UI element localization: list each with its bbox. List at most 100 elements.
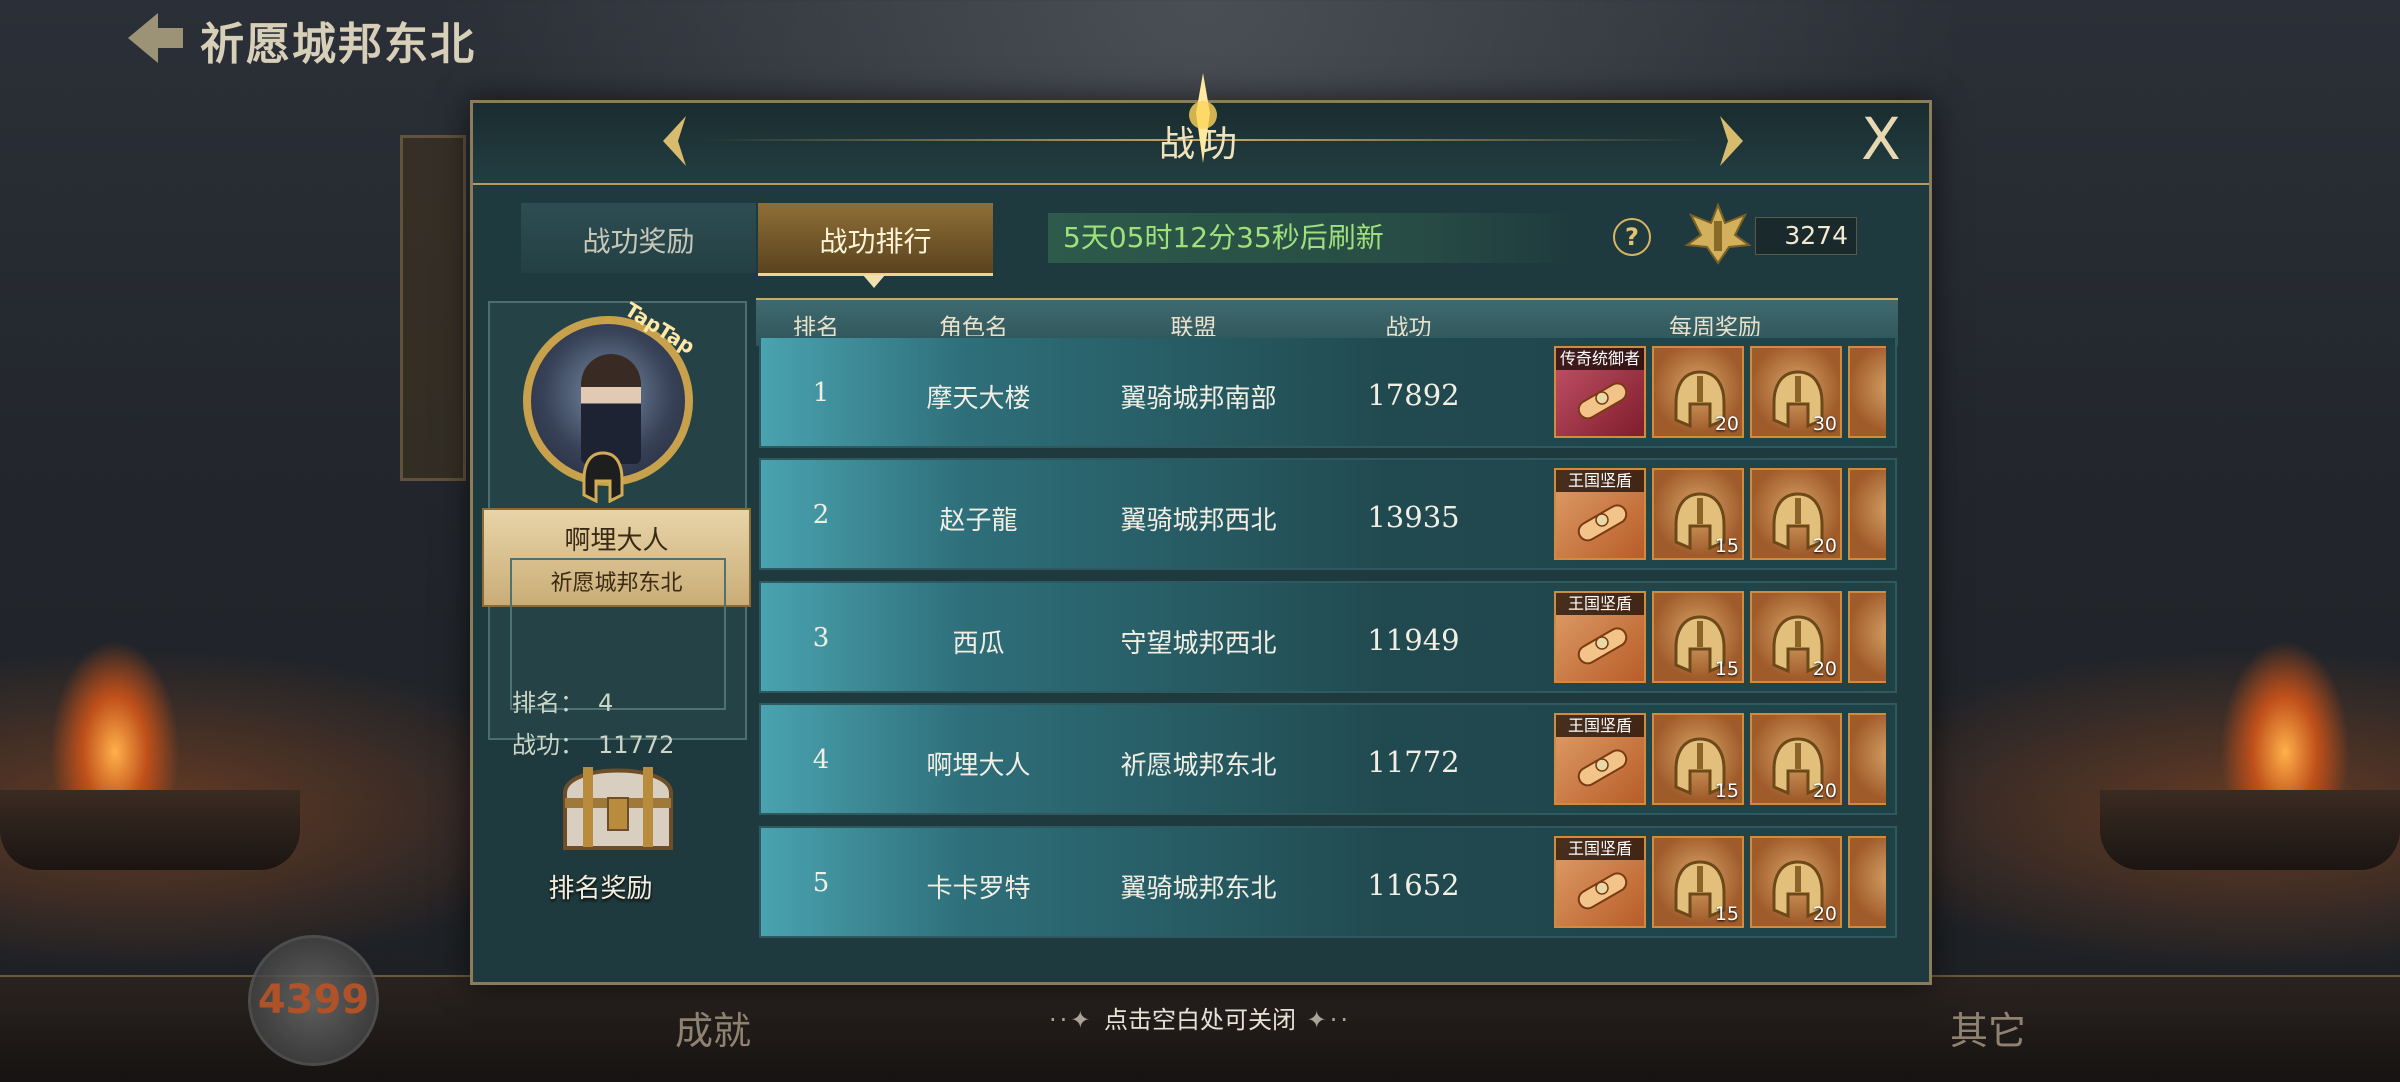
reward-scroll-item[interactable]: 王国坚盾 <box>1554 468 1646 560</box>
merit-cell: 13935 <box>1367 500 1460 534</box>
player-rank-line: 排名： 4 <box>512 683 613 718</box>
reward-tag: 王国坚盾 <box>1556 470 1644 492</box>
help-icon[interactable]: ? <box>1613 218 1651 256</box>
dialog-header: 战功 X <box>473 73 1929 185</box>
reward-more-item[interactable] <box>1848 591 1886 683</box>
scroll-icon <box>1577 872 1628 910</box>
reward-tag: 王国坚盾 <box>1556 715 1644 737</box>
reward-helmet-item[interactable]: 15 <box>1652 836 1744 928</box>
reward-helmet-item[interactable]: 20 <box>1750 713 1842 805</box>
reward-more-item[interactable] <box>1848 346 1886 438</box>
table-row[interactable]: 2 赵子龍 翼骑城邦西北 13935 王国坚盾 15 20 <box>759 458 1897 570</box>
table-row[interactable]: 1 摩天大楼 翼骑城邦南部 17892 传奇统御者 20 30 <box>759 336 1897 448</box>
reward-helmet-item[interactable]: 20 <box>1750 836 1842 928</box>
reward-tag: 王国坚盾 <box>1556 838 1644 860</box>
reward-count: 20 <box>1714 413 1739 435</box>
reward-helmet-item[interactable]: 15 <box>1652 713 1744 805</box>
brazier-left <box>0 790 300 870</box>
reward-tag: 王国坚盾 <box>1556 593 1644 615</box>
merit-cell: 11652 <box>1367 868 1460 902</box>
reward-count: 20 <box>1812 658 1837 680</box>
alliance-cell: 守望城邦西北 <box>1120 629 1277 659</box>
reward-helmet-item[interactable]: 20 <box>1750 591 1842 683</box>
location-title: 祈愿城邦东北 <box>200 19 476 70</box>
rank-cell: 4 <box>812 745 830 775</box>
weekly-reward-list[interactable]: 王国坚盾 15 20 <box>1554 591 1886 685</box>
merit-cell: 11772 <box>1367 745 1460 779</box>
table-row[interactable]: 4 啊埋大人 祈愿城邦东北 11772 王国坚盾 15 20 <box>759 703 1897 815</box>
name-cell: 卡卡罗特 <box>926 874 1031 904</box>
name-cell: 赵子龍 <box>939 506 1018 536</box>
reward-helmet-item[interactable]: 20 <box>1750 468 1842 560</box>
ornament-left-arrow-icon <box>663 116 686 166</box>
rank-cell: 2 <box>812 500 830 530</box>
reward-count: 20 <box>1812 535 1837 557</box>
background-banner <box>400 135 466 481</box>
helmet-badge-icon <box>582 451 624 503</box>
player-profile-panel: TapTap 啊埋大人 祈愿城邦东北 排名： 4 战功： 11772 <box>482 297 751 759</box>
reward-tag: 传奇统御者 <box>1556 348 1644 370</box>
weekly-reward-list[interactable]: 王国坚盾 15 20 <box>1554 713 1886 807</box>
reward-helmet-item[interactable]: 20 <box>1652 346 1744 438</box>
rank-cell: 1 <box>812 378 830 408</box>
merit-score-box: 3274 <box>1683 202 1858 265</box>
tab-merit-ranking[interactable]: 战功排行 <box>758 203 993 276</box>
alliance-cell: 翼骑城邦南部 <box>1120 384 1277 414</box>
reward-helmet-item[interactable]: 15 <box>1652 591 1744 683</box>
weekly-reward-list[interactable]: 王国坚盾 15 20 <box>1554 836 1886 930</box>
avatar-portrait <box>581 354 641 464</box>
reward-scroll-item[interactable]: 王国坚盾 <box>1554 836 1646 928</box>
alliance-cell: 翼骑城邦西北 <box>1120 506 1277 536</box>
scroll-icon <box>1577 627 1628 665</box>
merit-score-value: 3274 <box>1755 217 1857 255</box>
rank-cell: 5 <box>812 868 830 898</box>
merit-cell: 17892 <box>1367 378 1460 412</box>
scroll-icon <box>1577 504 1628 542</box>
reward-more-item[interactable] <box>1848 713 1886 805</box>
reward-count: 15 <box>1714 780 1739 802</box>
reward-scroll-item[interactable]: 传奇统御者 <box>1554 346 1646 438</box>
reward-count: 15 <box>1714 535 1739 557</box>
reward-more-item[interactable] <box>1848 836 1886 928</box>
reward-helmet-item[interactable]: 30 <box>1750 346 1842 438</box>
weekly-reward-list[interactable]: 传奇统御者 20 30 <box>1554 346 1886 440</box>
table-row[interactable]: 3 西瓜 守望城邦西北 11949 王国坚盾 15 20 <box>759 581 1897 693</box>
star-ornament-icon <box>1189 73 1217 163</box>
merit-cell: 11949 <box>1367 623 1460 657</box>
weekly-reward-list[interactable]: 王国坚盾 15 20 <box>1554 468 1886 562</box>
refresh-countdown: 5天05时12分35秒后刷新 <box>1048 213 1573 263</box>
rank-reward-button[interactable]: 排名奖励 <box>508 753 723 904</box>
back-arrow-icon[interactable] <box>118 8 188 68</box>
reward-count: 20 <box>1812 780 1837 802</box>
reward-scroll-item[interactable]: 王国坚盾 <box>1554 591 1646 683</box>
hint-ornament-right: ✦·· <box>1296 1006 1351 1034</box>
close-hint[interactable]: ··✦ 点击空白处可关闭 ✦·· <box>0 1000 2400 1035</box>
scroll-icon <box>1577 382 1628 420</box>
treasure-chest-icon <box>563 767 673 850</box>
name-cell: 摩天大楼 <box>926 384 1031 414</box>
rank-cell: 3 <box>812 623 830 653</box>
brazier-flame-left <box>50 640 180 800</box>
player-name: 啊埋大人 <box>564 526 669 556</box>
reward-count: 15 <box>1714 658 1739 680</box>
table-row[interactable]: 5 卡卡罗特 翼骑城邦东北 11652 王国坚盾 15 20 <box>759 826 1897 938</box>
tab-merit-rewards[interactable]: 战功奖励 <box>521 203 756 273</box>
ornament-right-arrow-icon <box>1720 116 1743 166</box>
rank-reward-label: 排名奖励 <box>548 874 653 904</box>
close-button[interactable]: X <box>1851 109 1911 169</box>
reward-count: 20 <box>1812 903 1837 925</box>
reward-more-item[interactable] <box>1848 468 1886 560</box>
alliance-cell: 祈愿城邦东北 <box>1120 751 1277 781</box>
brazier-right <box>2100 790 2400 870</box>
reward-count: 15 <box>1714 903 1739 925</box>
brazier-flame-right <box>2220 640 2350 800</box>
alliance-cell: 翼骑城邦东北 <box>1120 874 1277 904</box>
name-cell: 啊埋大人 <box>926 751 1031 781</box>
reward-helmet-item[interactable]: 15 <box>1652 468 1744 560</box>
close-hint-text: 点击空白处可关闭 <box>1104 1006 1296 1034</box>
reward-scroll-item[interactable]: 王国坚盾 <box>1554 713 1646 805</box>
rank-label: 排名： <box>512 689 584 717</box>
tab-pointer-icon <box>863 275 885 288</box>
reward-count: 30 <box>1812 413 1837 435</box>
merit-emblem-icon <box>1684 202 1752 265</box>
